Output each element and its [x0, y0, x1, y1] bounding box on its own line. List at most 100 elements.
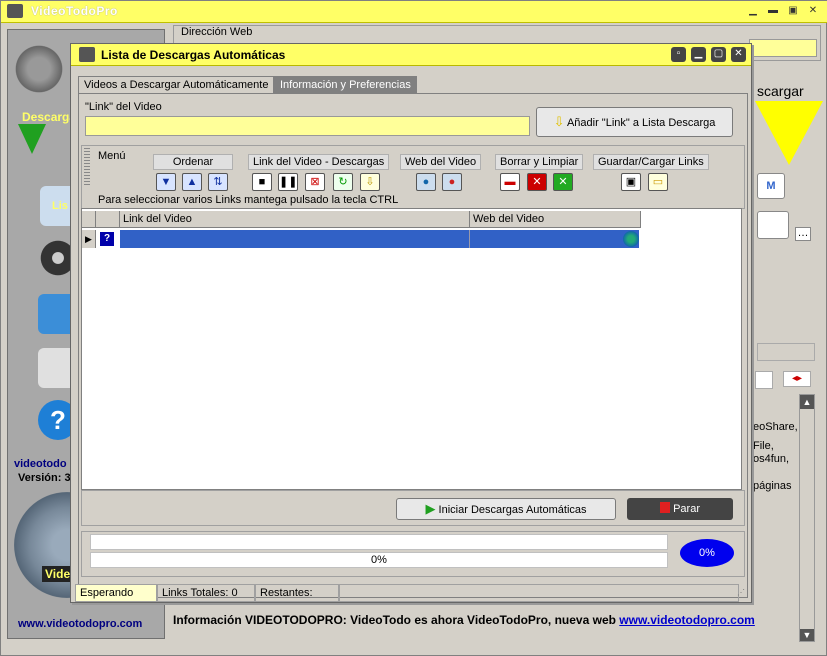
link-input[interactable] [85, 116, 530, 136]
minimize-icon[interactable]: ▁ [746, 5, 760, 18]
pause-icon[interactable]: ❚❚ [278, 173, 298, 191]
delete-x-icon[interactable]: ✕ [527, 173, 547, 191]
stop-square-icon[interactable]: ■ [252, 173, 272, 191]
play-icon: ▶ [425, 501, 436, 516]
dialog-app-icon [79, 47, 95, 62]
version-label: Versión: 3 [18, 472, 71, 484]
remove-icon[interactable]: ▬ [500, 173, 520, 191]
links-grid[interactable]: Link del Video Web del Video ▶ ? [81, 208, 742, 490]
row-indicator-icon[interactable]: ▶ [82, 230, 96, 248]
edit-button-icon[interactable] [757, 211, 789, 239]
start-downloads-label: Iniciar Descargas Automáticas [438, 504, 587, 516]
group-guardar: Guardar/Cargar Links [593, 154, 709, 170]
minimize-alt-icon[interactable]: ▬ [766, 5, 780, 18]
status-state: Esperando [75, 584, 157, 602]
tab-preferences[interactable]: Información y Preferencias [274, 76, 417, 94]
status-total: Links Totales: 0 [157, 584, 255, 602]
left-list-label: Lis [52, 200, 68, 212]
big-download-arrow-icon[interactable] [755, 101, 823, 165]
tab-videos[interactable]: Videos a Descargar Automáticamente [78, 76, 275, 94]
group-link-descargas: Link del Video - Descargas [248, 154, 390, 170]
right-notes: eoShare, File, os4fun, páginas [753, 421, 798, 493]
stop-button-label: Parar [673, 503, 700, 515]
right-note: eoShare, [753, 421, 798, 433]
save-icon[interactable]: ▣ [621, 173, 641, 191]
m-button-icon[interactable]: M [757, 173, 785, 199]
scroll-down-icon[interactable]: ▼ [800, 629, 814, 641]
dialog-title: Lista de Descargas Automáticas [101, 48, 286, 62]
add-link-button[interactable]: ⇩ Añadir "Link" a Lista Descarga [536, 107, 733, 137]
group-borrar: Borrar y Limpiar [495, 154, 584, 170]
progress-percent-oval: 0% [680, 539, 734, 567]
progress-text: 0% [90, 552, 668, 568]
column-header-link[interactable]: Link del Video [120, 211, 470, 228]
maximize-icon[interactable]: ▣ [786, 5, 800, 18]
clear-x-icon[interactable]: ✕ [553, 173, 573, 191]
down-arrow-icon: ⇩ [553, 114, 565, 129]
more-button[interactable]: … [795, 227, 811, 241]
dialog-minimize-alt-icon[interactable]: ▁ [691, 47, 706, 62]
right-field[interactable] [757, 343, 815, 361]
grid-corner [82, 211, 96, 228]
main-title-bar: VideoTodoPro ▁ ▬ ▣ ✕ [1, 1, 827, 23]
url-label: Dirección Web [181, 26, 253, 38]
right-descargar-text: scargar [757, 83, 804, 99]
red-arrow-button-icon[interactable]: ◂▸ [783, 371, 811, 387]
info-link[interactable]: www.videotodopro.com [619, 613, 755, 627]
status-bar: Esperando Links Totales: 0 Restantes: ⋰ [71, 584, 751, 602]
move-down-icon[interactable]: ▼ [156, 173, 176, 191]
table-row[interactable] [120, 230, 639, 248]
left-footer-link[interactable]: www.videotodopro.com [18, 618, 142, 630]
grid-status-header [96, 211, 120, 228]
table-row-status-cell[interactable]: ? [96, 230, 120, 248]
progress-bar [90, 534, 668, 550]
logo-text: Vide [42, 566, 74, 582]
row-link-cell[interactable] [120, 230, 470, 248]
move-up-icon[interactable]: ▲ [182, 173, 202, 191]
right-note: File, [753, 440, 774, 452]
download-arrow-icon [18, 124, 46, 154]
start-downloads-button[interactable]: ▶ Iniciar Descargas Automáticas [396, 498, 616, 520]
dialog-close-icon[interactable]: ✕ [731, 47, 746, 62]
status-extra [339, 584, 739, 602]
group-web: Web del Video [400, 154, 482, 170]
gears-logo-icon [12, 42, 66, 96]
open-folder-icon[interactable]: ▭ [648, 173, 668, 191]
dialog-title-bar: Lista de Descargas Automáticas ▫ ▁ ▢ ✕ [71, 44, 751, 66]
toolbar-grip[interactable] [84, 148, 90, 186]
dialog-minimize-icon[interactable]: ▫ [671, 47, 686, 62]
stop-button[interactable]: Parar [627, 498, 733, 520]
download-icon[interactable]: ⇩ [360, 173, 380, 191]
right-note: páginas [753, 480, 792, 492]
site-name: videotodo [14, 458, 67, 470]
main-window-title: VideoTodoPro [31, 4, 118, 18]
stop-icon [660, 502, 671, 513]
close-icon[interactable]: ✕ [806, 5, 820, 18]
globe-delete-icon[interactable]: ● [442, 173, 462, 191]
row-globe-icon[interactable] [623, 231, 639, 247]
info-strip: Información VIDEOTODOPRO: VideoTodo es a… [173, 613, 799, 635]
cancel-box-icon[interactable]: ⊠ [305, 173, 325, 191]
column-header-web[interactable]: Web del Video [470, 211, 641, 228]
row-web-cell[interactable] [470, 230, 621, 248]
right-small-field[interactable] [755, 371, 773, 389]
add-link-button-label: Añadir "Link" a Lista Descarga [566, 117, 716, 129]
selection-hint: Para seleccionar varios Links mantega pu… [98, 194, 399, 206]
sort-icon[interactable]: ⇅ [208, 173, 228, 191]
resize-grip-icon[interactable]: ⋰ [737, 588, 745, 597]
refresh-icon[interactable]: ↻ [333, 173, 353, 191]
info-scrollbar[interactable]: ▲ ▼ [799, 394, 815, 642]
menu-label[interactable]: Menú [98, 150, 126, 162]
app-icon [7, 4, 23, 18]
unknown-status-icon: ? [100, 232, 114, 246]
dialog-maximize-icon[interactable]: ▢ [711, 47, 726, 62]
scroll-up-icon[interactable]: ▲ [800, 395, 814, 409]
group-ordenar: Ordenar [153, 154, 233, 170]
url-input[interactable] [749, 39, 817, 57]
right-note: os4fun, [753, 453, 790, 465]
info-text: Información VIDEOTODOPRO: VideoTodo es a… [173, 613, 620, 627]
left-descargar-label: Descarga [22, 110, 77, 124]
globe-icon[interactable]: ● [416, 173, 436, 191]
auto-download-dialog: Lista de Descargas Automáticas ▫ ▁ ▢ ✕ V… [70, 43, 752, 603]
status-remaining: Restantes: [255, 584, 339, 602]
